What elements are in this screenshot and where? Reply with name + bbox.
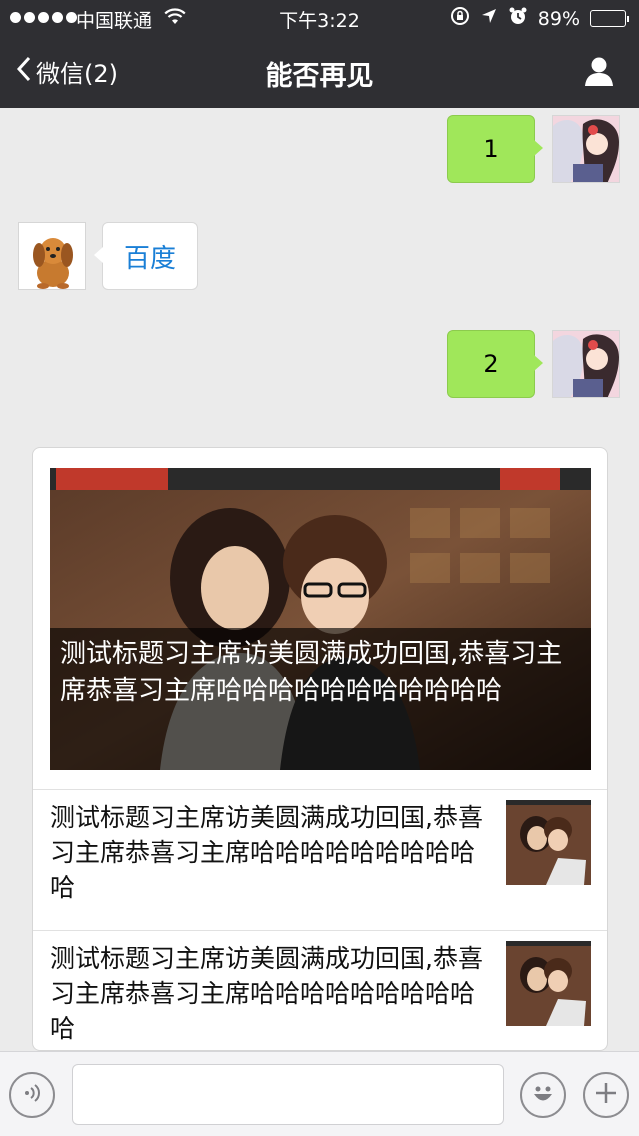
rotation-lock-icon — [450, 6, 470, 31]
news-list-item[interactable]: 测试标题习主席访美圆满成功回国,恭喜习主席恭喜习主席哈哈哈哈哈哈哈哈哈哈 — [33, 789, 607, 931]
nav-bar: 微信(2) 能否再见 — [0, 36, 639, 108]
avatar-self[interactable] — [552, 330, 620, 398]
news-item-title: 测试标题习主席访美圆满成功回国,恭喜习主席恭喜习主席哈哈哈哈哈哈哈哈哈哈 — [50, 944, 483, 1043]
voice-icon — [21, 1082, 43, 1108]
emoji-button[interactable] — [520, 1072, 566, 1118]
input-bar — [0, 1051, 639, 1136]
emoji-icon — [527, 1077, 559, 1113]
voice-button[interactable] — [9, 1072, 55, 1118]
chat-title: 能否再见 — [265, 61, 374, 92]
status-bar: 中国联通 下午3:22 89% — [0, 0, 639, 36]
message-bubble-incoming[interactable]: 百度 — [94, 222, 198, 290]
top-bar: 中国联通 下午3:22 89% 微信(2) 能否再见 — [0, 0, 639, 108]
profile-icon[interactable] — [583, 55, 615, 91]
news-hero[interactable]: 测试标题习主席访美圆满成功回国,恭喜习主席恭喜习主席哈哈哈哈哈哈哈哈哈哈哈 — [50, 468, 591, 770]
plus-icon — [593, 1080, 619, 1110]
message-text: 2 — [483, 350, 499, 378]
battery-icon — [590, 10, 629, 27]
avatar-self[interactable] — [552, 115, 620, 183]
message-text: 1 — [483, 135, 499, 163]
news-item-thumbnail — [506, 800, 591, 885]
message-link-text[interactable]: 百度 — [124, 238, 176, 275]
plus-button[interactable] — [583, 1072, 629, 1118]
news-list-item[interactable]: 测试标题习主席访美圆满成功回国,恭喜习主席恭喜习主席哈哈哈哈哈哈哈哈哈哈 — [33, 930, 607, 1050]
message-bubble-outgoing[interactable]: 1 — [447, 115, 543, 183]
message-input[interactable] — [72, 1064, 504, 1125]
message-bubble-outgoing[interactable]: 2 — [447, 330, 543, 398]
hero-caption: 测试标题习主席访美圆满成功回国,恭喜习主席恭喜习主席哈哈哈哈哈哈哈哈哈哈哈 — [50, 628, 591, 770]
news-card[interactable]: 测试标题习主席访美圆满成功回国,恭喜习主席恭喜习主席哈哈哈哈哈哈哈哈哈哈哈 测试… — [32, 447, 608, 1051]
alarm-icon — [508, 6, 528, 31]
news-item-title: 测试标题习主席访美圆满成功回国,恭喜习主席恭喜习主席哈哈哈哈哈哈哈哈哈哈 — [50, 803, 483, 902]
avatar-contact[interactable] — [18, 222, 86, 290]
news-item-thumbnail — [506, 941, 591, 1026]
location-arrow-icon — [480, 7, 498, 30]
battery-percent: 89% — [537, 7, 580, 30]
